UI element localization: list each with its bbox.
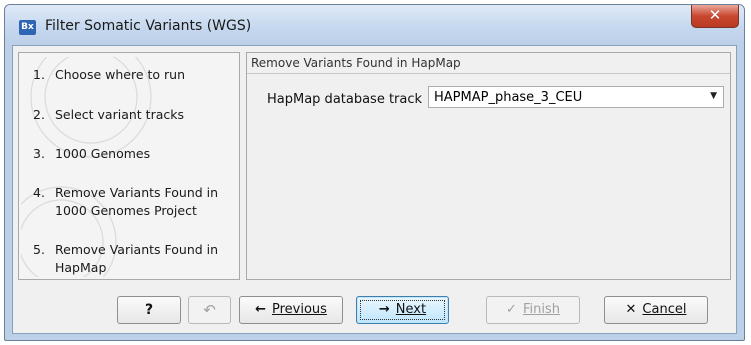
chevron-down-icon: ▼: [710, 91, 717, 101]
previous-label: Previous: [271, 302, 327, 317]
hapmap-track-value: HAPMAP_phase_3_CEU: [434, 90, 583, 105]
section-divider: [247, 73, 730, 74]
title-bar[interactable]: Bx Filter Somatic Variants (WGS) ✕: [5, 5, 744, 45]
window-title: Filter Somatic Variants (WGS): [45, 18, 252, 34]
focus-ring: [360, 300, 445, 320]
step-1: 1. Choose where to run: [33, 67, 185, 82]
hapmap-track-label: HapMap database track: [267, 92, 423, 107]
dialog-window: Bx Filter Somatic Variants (WGS) ✕ 1. Cho…: [4, 4, 745, 341]
cancel-x-icon: ✕: [625, 302, 637, 317]
help-button[interactable]: ?: [117, 296, 181, 324]
close-window-button[interactable]: ✕: [691, 5, 739, 28]
next-button[interactable]: → Next: [356, 296, 449, 324]
step-4: 4. Remove Variants Found in 1000 Genomes …: [33, 185, 219, 218]
cancel-button[interactable]: ✕ Cancel: [604, 296, 708, 324]
dialog-client-area: 1. Choose where to run 2. Select variant t…: [12, 45, 737, 334]
finish-button[interactable]: ✓ Finish: [486, 296, 580, 324]
button-bar: ? ↶ ← Previous → Next ✓ Finish ✕ Cancel: [13, 286, 736, 334]
section-title: Remove Variants Found in HapMap: [251, 56, 461, 70]
help-icon: ?: [144, 302, 154, 318]
reset-button[interactable]: ↶: [188, 296, 231, 324]
step-3: 3. 1000 Genomes: [33, 146, 151, 161]
check-icon: ✓: [506, 302, 517, 317]
step-5-current: 5. Remove Variants Found in HapMap: [33, 242, 219, 275]
reset-icon: ↶: [203, 301, 216, 319]
app-icon: Bx: [19, 20, 36, 35]
arrow-left-icon: ←: [255, 302, 266, 317]
hapmap-track-select[interactable]: HAPMAP_phase_3_CEU ▼: [428, 86, 724, 108]
cancel-label: Cancel: [642, 302, 687, 317]
previous-button[interactable]: ← Previous: [239, 296, 343, 324]
close-icon: ✕: [708, 6, 722, 24]
finish-label: Finish: [522, 302, 560, 317]
step-2: 2. Select variant tracks: [33, 107, 184, 122]
step-content-panel: Remove Variants Found in HapMap HapMap d…: [246, 52, 731, 280]
wizard-steps-panel: 1. Choose where to run 2. Select variant t…: [18, 52, 240, 280]
